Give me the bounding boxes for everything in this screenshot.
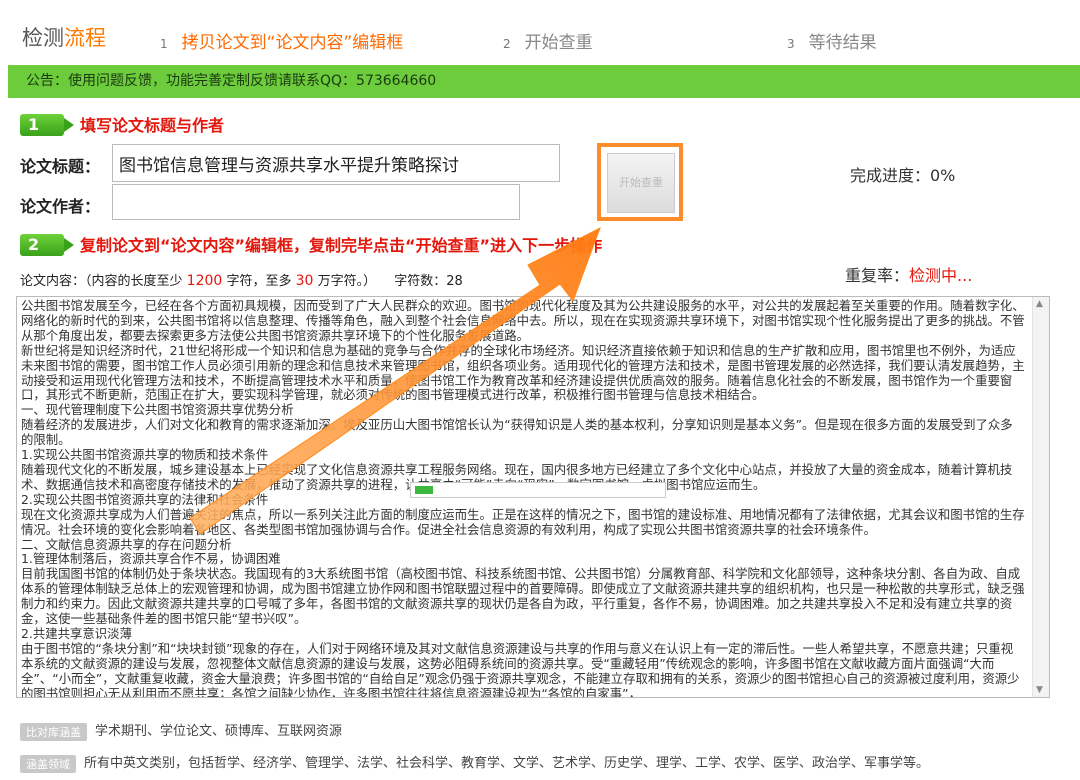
pointer-arrow-icon [189,226,601,535]
tag-label-coverage: 比对库涵盖 [20,722,87,741]
tag-label-fields: 涵盖领域 [20,754,76,773]
tag-text-coverage: 学术期刊、学位论文、硕博库、互联网资源 [95,724,343,739]
tag-text-fields: 所有中英文类别，包括哲学、经济学、管理学、法学、社会科学、教育学、文学、艺术学、… [84,756,930,771]
tag-row-fields: 涵盖领域 所有中英文类别，包括哲学、经济学、管理学、法学、社会科学、教育学、文学、… [20,752,929,773]
tag-row-coverage: 比对库涵盖 学术期刊、学位论文、硕博库、互联网资源 [20,720,342,741]
